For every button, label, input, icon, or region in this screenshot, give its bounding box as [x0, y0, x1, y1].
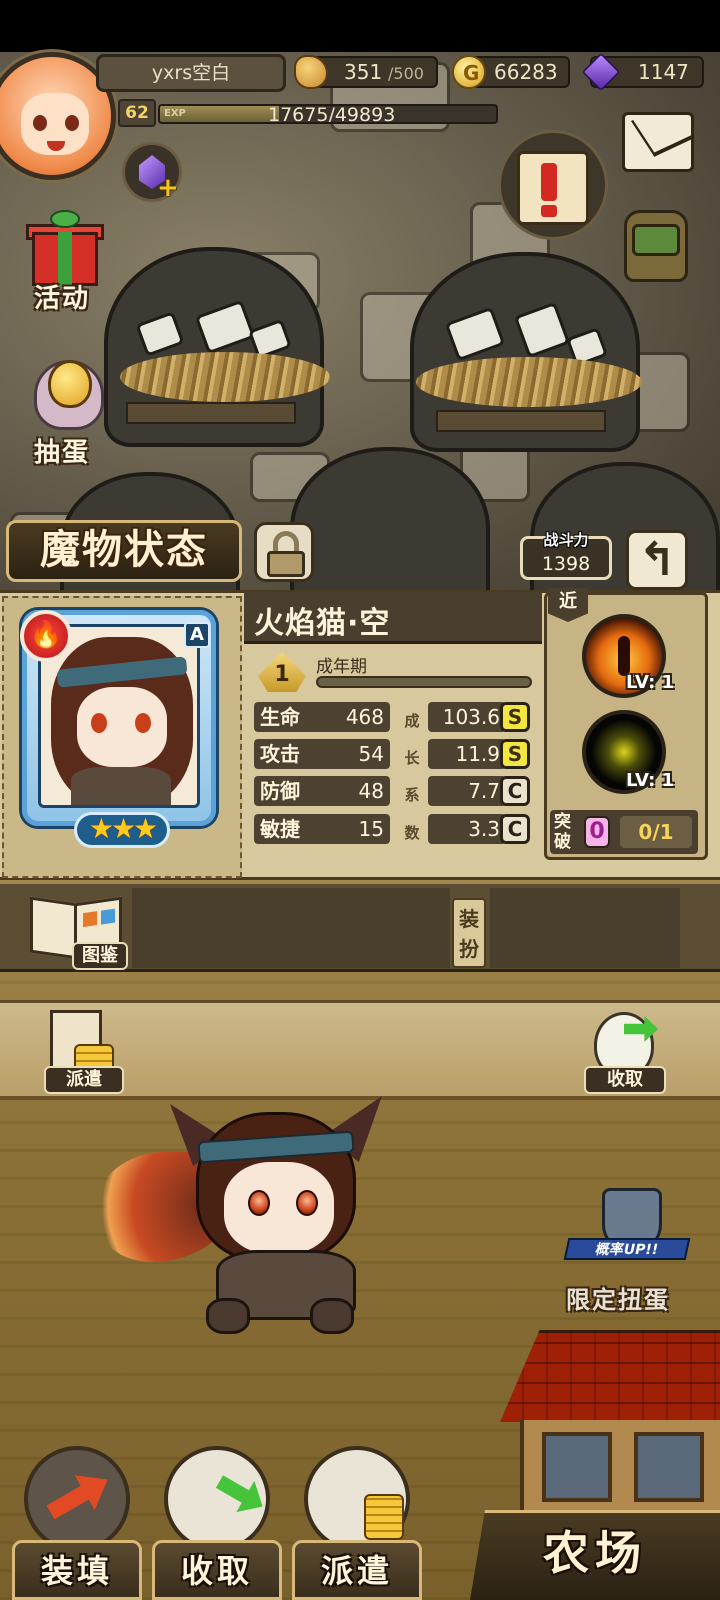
stat-value: 48 — [358, 779, 384, 803]
player-level: 62 — [118, 99, 156, 127]
breakthrough-count: 0 — [584, 816, 610, 848]
backpack-button[interactable] — [616, 198, 696, 290]
exp-value: 17675/49893 — [268, 104, 396, 124]
collect-bottom-label: 收取 — [180, 1552, 253, 1590]
bread-icon — [294, 55, 328, 89]
stat-name: 防御 — [260, 779, 300, 803]
back-button[interactable]: ↰ — [626, 530, 688, 590]
growth-char: 成 — [404, 712, 420, 730]
breakthrough-progress: 0/1 — [620, 816, 692, 848]
collect-label: 收取 — [584, 1066, 666, 1094]
growth-stage-label: 成年期 — [316, 657, 367, 677]
exp-tag: EXP — [164, 108, 186, 119]
back-arrow-icon: ↰ — [637, 532, 677, 586]
buy-gems-button[interactable]: + — [122, 142, 182, 203]
coin-stack-icon — [364, 1494, 404, 1540]
monster-name: 火焰猫·空 — [254, 606, 391, 641]
combat-power-value: 1398 — [541, 553, 591, 575]
growth-value: 103.6 — [442, 705, 500, 729]
skill-1-level: LV: 1 — [626, 672, 675, 693]
plus-icon: + — [157, 173, 179, 203]
star-rating: ★★★ — [74, 812, 170, 848]
skill-2-level: LV: 1 — [626, 770, 675, 791]
gem-value: 1147 — [638, 60, 689, 84]
grade-badge: S — [500, 702, 530, 732]
limited-gacha-label: 限定扭蛋 — [566, 1286, 670, 1314]
combat-power: 战斗力 1398 — [520, 531, 612, 580]
gem-counter[interactable]: 1147 — [581, 52, 704, 92]
collect-bottom-button[interactable]: 收取 — [152, 1446, 282, 1600]
breakthrough-label: 突破 — [554, 812, 571, 852]
dispatch-bottom-label: 派遣 — [320, 1552, 393, 1590]
dress-up-label: 装扮 — [459, 907, 479, 961]
farm-button[interactable]: 农场 — [470, 1510, 720, 1600]
lock-button[interactable] — [254, 522, 314, 582]
stat-row-hp: 生命 468 成 103.6 S — [254, 702, 532, 732]
grade-badge: S — [500, 739, 530, 769]
growth-char: 数 — [404, 824, 420, 842]
combat-power-label: 战斗力 — [543, 531, 589, 549]
stamina-value: 351 — [344, 60, 383, 84]
rank-badge: A — [184, 622, 210, 648]
growth-char: 长 — [404, 749, 420, 767]
golden-egg-icon — [48, 360, 92, 408]
fire-element-icon: 🔥 — [20, 610, 72, 662]
panel-title: 魔物状态 — [6, 520, 242, 582]
stat-row-defense: 防御 48 系 7.7 C — [254, 776, 532, 806]
stat-name: 生命 — [260, 705, 300, 729]
player-name: yxrs空白 — [96, 54, 286, 92]
rate-up-banner: 概率UP!! — [593, 1242, 660, 1258]
exp-bar: EXP 17675/49893 — [158, 104, 498, 124]
dress-up-tab[interactable]: 装扮 — [452, 898, 486, 968]
red-arrow-icon — [40, 1462, 117, 1530]
stat-row-agility: 敏捷 15 数 3.3 C — [254, 814, 532, 844]
farm-house[interactable] — [520, 1420, 720, 1520]
growth-stage-bar — [316, 676, 532, 688]
grade-badge: C — [500, 814, 530, 844]
stat-value: 468 — [345, 705, 384, 729]
gift-box-icon — [50, 210, 80, 228]
gacha-label: 抽蛋 — [34, 438, 91, 468]
load-button[interactable]: 装填 — [12, 1446, 142, 1600]
monster-sprite[interactable] — [96, 1082, 416, 1342]
load-label: 装填 — [40, 1552, 113, 1590]
stat-value: 54 — [358, 742, 384, 766]
growth-char: 系 — [404, 786, 420, 804]
gold-counter[interactable]: 66283 — [452, 55, 570, 89]
player-name-text: yxrs空白 — [151, 62, 231, 84]
gold-value: 66283 — [494, 60, 558, 84]
gacha-button[interactable] — [28, 330, 108, 440]
monster-name-bar: 火焰猫·空 — [244, 592, 542, 644]
encyclopedia-label: 图鉴 — [72, 942, 128, 970]
stamina-max: /500 — [388, 64, 424, 83]
gold-coin-icon — [452, 55, 486, 89]
breakthrough-panel[interactable]: 突破 0 0/1 — [550, 810, 698, 854]
green-arrow-icon — [210, 1466, 271, 1522]
dispatch-bottom-button[interactable]: 派遣 — [292, 1446, 422, 1600]
grade-badge: C — [500, 776, 530, 806]
activity-label: 活动 — [34, 284, 91, 314]
growth-value: 3.3 — [468, 817, 500, 841]
growth-value: 11.9 — [455, 742, 500, 766]
stat-row-attack: 攻击 54 长 11.9 S — [254, 739, 532, 769]
stat-value: 15 — [358, 817, 384, 841]
padlock-icon — [267, 551, 305, 577]
growth-value: 7.7 — [468, 779, 500, 803]
stamina-counter[interactable]: 351 /500 — [294, 55, 438, 89]
stat-name: 敏捷 — [260, 817, 300, 841]
quest-scroll-button[interactable] — [498, 130, 608, 240]
stat-name: 攻击 — [260, 742, 300, 766]
mail-button[interactable] — [622, 112, 694, 172]
